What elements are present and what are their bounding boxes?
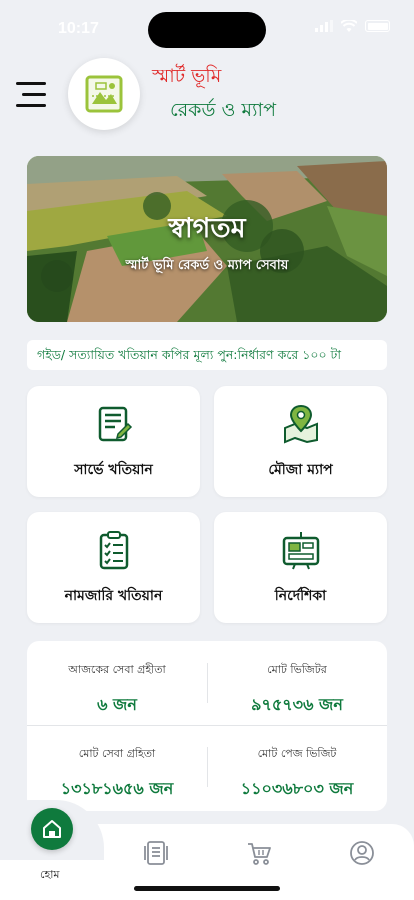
map-pin-icon [284, 404, 318, 444]
nav-home-label: হোম [40, 868, 60, 881]
stat-today-receivers: আজকের সেবা গ্রহীতা ৬ জন [27, 661, 207, 719]
survey-khatian-card[interactable]: সার্ভে খতিয়ান [27, 386, 200, 497]
guide-board-icon [282, 532, 320, 570]
card-label: নির্দেশিকা [274, 588, 327, 604]
card-label: সার্ভে খতিয়ান [74, 462, 153, 478]
wifi-icon [341, 20, 357, 32]
signal-icon [315, 20, 333, 32]
dynamic-island [148, 12, 266, 48]
stat-value: ৯৭৫৭৩৬ জন [251, 695, 343, 714]
land-map-icon [85, 75, 123, 113]
card-label: মৌজা ম্যাপ [268, 462, 333, 478]
status-bar: 10:17 [0, 0, 414, 58]
app-title-line1: স্মার্ট ভূমি [152, 65, 222, 87]
nav-profile-button[interactable] [349, 840, 375, 866]
app-header: স্মার্ট ভূমি রেকর্ড ও ম্যাপ [0, 58, 414, 140]
nav-cart-button[interactable] [246, 840, 272, 866]
status-icons [315, 20, 390, 32]
home-indicator [134, 886, 280, 891]
stat-total-page-visits: মোট পেজ ভিজিট ১১০৩৬৮০৩ জন [207, 745, 387, 803]
cart-icon [248, 843, 271, 865]
notice-text: গইড/ সত্যায়িত খতিয়ান কপির মূল্য পুন:নি… [37, 347, 341, 362]
banner-title: স্বাগতম [168, 213, 246, 244]
notice-ticker[interactable]: গইড/ সত্যায়িত খতিয়ান কপির মূল্য পুন:নি… [27, 340, 387, 370]
stat-total-receivers: মোট সেবা গ্রহিতা ১৩১৮১৬৫৬ জন [27, 745, 207, 803]
nav-documents-button[interactable] [143, 840, 169, 866]
mouza-map-card[interactable]: মৌজা ম্যাপ [214, 386, 387, 497]
stat-value: ৬ জন [97, 695, 137, 714]
stat-total-visitors: মোট ভিজিটর ৯৭৫৭৩৬ জন [207, 661, 387, 719]
status-time: 10:17 [58, 20, 99, 37]
statistics-panel: আজকের সেবা গ্রহীতা ৬ জন মোট ভিজিটর ৯৭৫৭৩… [27, 641, 387, 811]
banner-subtitle: স্মার্ট ভূমি রেকর্ড ও ম্যাপ সেবায় [125, 258, 289, 273]
document-list-icon [98, 406, 133, 442]
namjari-khatian-card[interactable]: নামজারি খতিয়ান [27, 512, 200, 623]
stat-label: মোট ভিজিটর [267, 663, 327, 676]
battery-icon [365, 20, 390, 32]
divider [27, 725, 387, 726]
stat-label: আজকের সেবা গ্রহীতা [68, 663, 166, 676]
stat-value: ১৩১৮১৬৫৬ জন [60, 779, 174, 798]
checklist-icon [99, 531, 129, 570]
guide-card[interactable]: নির্দেশিকা [214, 512, 387, 623]
app-logo [68, 58, 140, 130]
stat-label: মোট সেবা গ্রহিতা [78, 747, 156, 760]
welcome-banner: স্বাগতম স্মার্ট ভূমি রেকর্ড ও ম্যাপ সেবা… [27, 156, 387, 322]
app-title-line2: রেকর্ড ও ম্যাপ [170, 99, 276, 121]
menu-button[interactable] [16, 82, 50, 108]
stat-value: ১১০৩৬৮০৩ জন [240, 779, 354, 798]
stat-label: মোট পেজ ভিজিট [257, 747, 337, 760]
card-label: নামজারি খতিয়ান [64, 588, 163, 604]
home-icon [43, 820, 61, 838]
profile-icon [350, 841, 374, 865]
documents-icon [144, 841, 168, 865]
nav-home-button[interactable] [31, 808, 73, 850]
